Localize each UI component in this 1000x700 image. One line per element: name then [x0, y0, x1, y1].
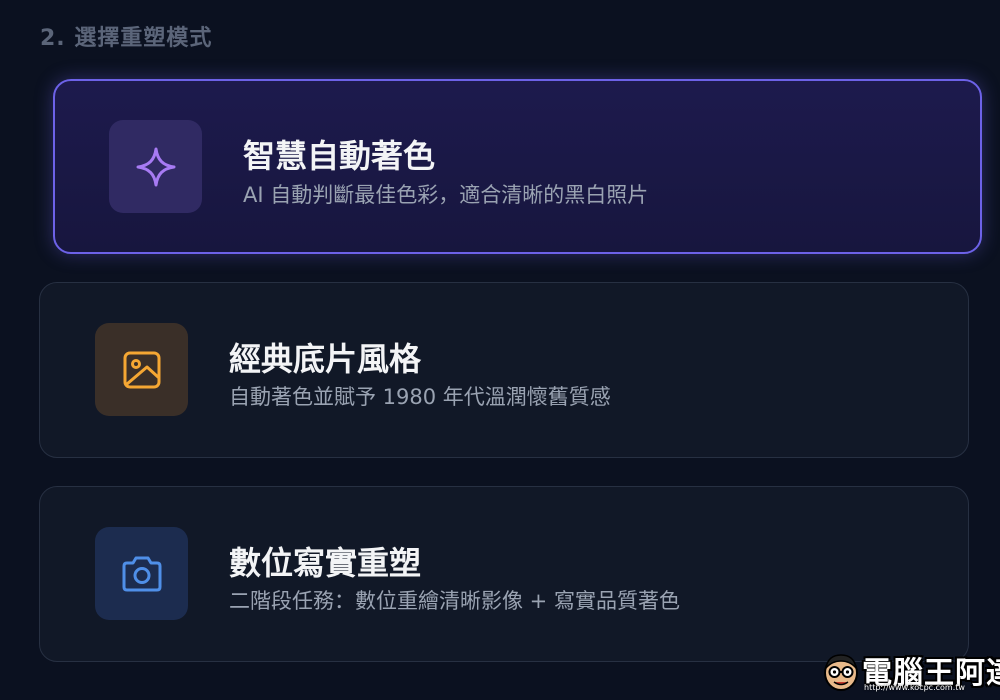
mode-title: 經典底片風格	[229, 340, 422, 378]
image-icon	[123, 351, 160, 388]
watermark-url: http://www.kocpc.com.tw	[864, 683, 965, 692]
mode-icon-box	[109, 120, 202, 213]
mode-icon-box	[95, 527, 188, 620]
mode-card-classic-film[interactable]: 經典底片風格 自動著色並賦予 1980 年代溫潤懷舊質感	[39, 282, 969, 458]
mode-description: AI 自動判斷最佳色彩，適合清晰的黑白照片	[243, 183, 649, 207]
mascot-face-icon	[824, 654, 858, 691]
watermark: 電腦王阿達 http://www.kocpc.com.tw	[822, 646, 1000, 696]
mode-card-smart-colorize[interactable]: 智慧自動著色 AI 自動判斷最佳色彩，適合清晰的黑白照片	[53, 79, 982, 254]
mode-card-digital-realistic[interactable]: 數位寫實重塑 二階段任務：數位重繪清晰影像 + 寫實品質著色	[39, 486, 969, 662]
section-title: 2. 選擇重塑模式	[40, 26, 213, 51]
sparkle-icon	[136, 147, 175, 186]
mode-icon-box	[95, 323, 188, 416]
mode-title: 數位寫實重塑	[229, 544, 422, 582]
mode-description: 二階段任務：數位重繪清晰影像 + 寫實品質著色	[229, 589, 680, 613]
mode-title: 智慧自動著色	[243, 137, 436, 175]
mode-description: 自動著色並賦予 1980 年代溫潤懷舊質感	[229, 385, 611, 409]
camera-icon	[122, 556, 161, 591]
